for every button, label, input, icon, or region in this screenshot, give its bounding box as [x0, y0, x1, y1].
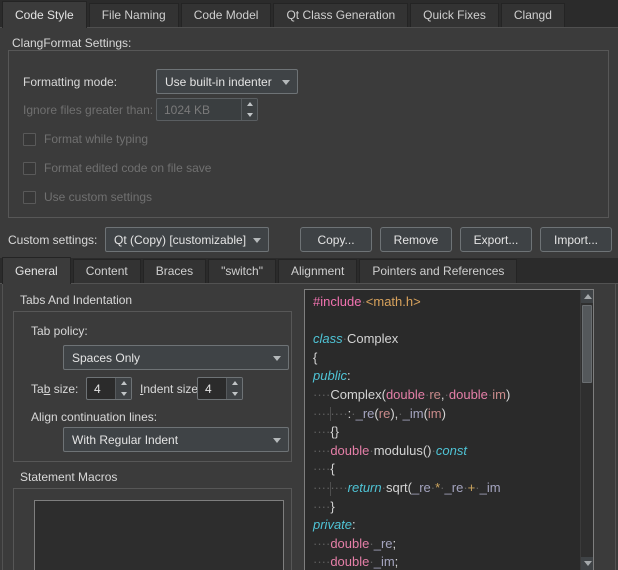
scroll-up-button[interactable] [581, 290, 594, 303]
checkbox-format-on-save: Format edited code on file save [23, 161, 211, 175]
custom-settings-combo[interactable]: Qt (Copy) [customizable] [105, 227, 269, 252]
style-tab-pointers-references[interactable]: Pointers and References [359, 259, 517, 283]
statement-macros-list[interactable] [34, 500, 284, 570]
tab-size-spinbox[interactable]: 4 [86, 377, 132, 400]
checkbox-icon [23, 162, 36, 175]
custom-settings-label: Custom settings: [8, 233, 97, 247]
statement-macros-title: Statement Macros [20, 470, 117, 484]
ignore-files-label: Ignore files greater than: [23, 103, 153, 117]
tab-code-style[interactable]: Code Style [2, 1, 87, 28]
tab-size-spin-buttons[interactable] [115, 378, 131, 399]
indent-size-value: 4 [198, 378, 226, 399]
formatting-mode-value: Use built-in indenter [165, 75, 272, 89]
align-continuation-value: With Regular Indent [72, 433, 178, 447]
checkbox-use-custom-settings: Use custom settings [23, 190, 152, 204]
formatting-mode-label: Formatting mode: [23, 75, 117, 89]
scroll-up-icon [584, 294, 592, 299]
spin-up-icon [232, 381, 238, 385]
align-continuation-combo[interactable]: With Regular Indent [63, 427, 289, 452]
spin-down-icon [232, 392, 238, 396]
tabs-indentation-groupbox: Tab policy: Spaces Only Tab size: 4 Inde… [13, 311, 292, 462]
tab-policy-label: Tab policy: [31, 324, 88, 338]
clangformat-groupbox: Formatting mode: Use built-in indenter I… [8, 50, 609, 218]
scroll-thumb[interactable] [582, 305, 592, 383]
import-button[interactable]: Import... [540, 227, 612, 252]
formatting-mode-combo[interactable]: Use built-in indenter [156, 69, 298, 94]
statement-macros-groupbox [13, 488, 292, 570]
tabs-indentation-title: Tabs And Indentation [20, 293, 132, 307]
spin-down-icon [121, 392, 127, 396]
tab-clangd[interactable]: Clangd [501, 3, 565, 27]
checkbox-icon [23, 191, 36, 204]
scroll-down-button[interactable] [581, 557, 594, 570]
checkbox-label: Format edited code on file save [44, 161, 211, 175]
clangformat-section-label: ClangFormat Settings: [12, 36, 131, 50]
style-tab-braces[interactable]: Braces [143, 259, 206, 283]
chevron-down-icon [273, 356, 281, 361]
spin-down-icon [247, 113, 253, 117]
ignore-files-value: 1024 KB [157, 99, 241, 120]
checkbox-format-while-typing: Format while typing [23, 132, 148, 146]
code-preview-scrollbar[interactable] [580, 290, 593, 570]
indent-size-spinbox[interactable]: 4 [197, 377, 243, 400]
chevron-down-icon [282, 80, 290, 85]
tab-policy-combo[interactable]: Spaces Only [63, 345, 289, 370]
code-lines: #include·<math.h>class·Complex{public:··… [305, 290, 580, 570]
chevron-down-icon [253, 238, 261, 243]
ignore-files-spin-buttons [241, 99, 257, 120]
remove-button[interactable]: Remove [380, 227, 452, 252]
export-button[interactable]: Export... [460, 227, 532, 252]
tab-policy-value: Spaces Only [72, 351, 140, 365]
style-tab-alignment[interactable]: Alignment [278, 259, 357, 283]
settings-page: Code Style File Naming Code Model Qt Cla… [0, 0, 618, 570]
copy-button[interactable]: Copy... [300, 227, 372, 252]
indent-size-label: Indent size: [140, 382, 201, 396]
style-tabbar: General Content Braces "switch" Alignmen… [0, 258, 618, 284]
tab-size-label: Tab size: [31, 382, 78, 396]
tab-qt-class-generation[interactable]: Qt Class Generation [273, 3, 408, 27]
tab-size-value: 4 [87, 378, 115, 399]
scroll-down-icon [584, 561, 592, 566]
checkbox-label: Use custom settings [44, 190, 152, 204]
spin-up-icon [121, 381, 127, 385]
checkbox-label: Format while typing [44, 132, 148, 146]
tab-code-model[interactable]: Code Model [181, 3, 272, 27]
top-tabbar: Code Style File Naming Code Model Qt Cla… [0, 0, 618, 28]
spin-up-icon [247, 102, 253, 106]
indent-size-spin-buttons[interactable] [226, 378, 242, 399]
tab-file-naming[interactable]: File Naming [89, 3, 179, 27]
style-tab-switch[interactable]: "switch" [208, 259, 276, 283]
chevron-down-icon [273, 438, 281, 443]
align-continuation-label: Align continuation lines: [31, 410, 157, 424]
ignore-files-spinbox: 1024 KB [156, 98, 258, 121]
tab-quick-fixes[interactable]: Quick Fixes [410, 3, 499, 27]
code-preview[interactable]: #include·<math.h>class·Complex{public:··… [304, 289, 594, 570]
style-tab-general[interactable]: General [2, 257, 71, 284]
custom-settings-value: Qt (Copy) [customizable] [114, 233, 246, 247]
checkbox-icon [23, 133, 36, 146]
style-tab-content[interactable]: Content [73, 259, 141, 283]
